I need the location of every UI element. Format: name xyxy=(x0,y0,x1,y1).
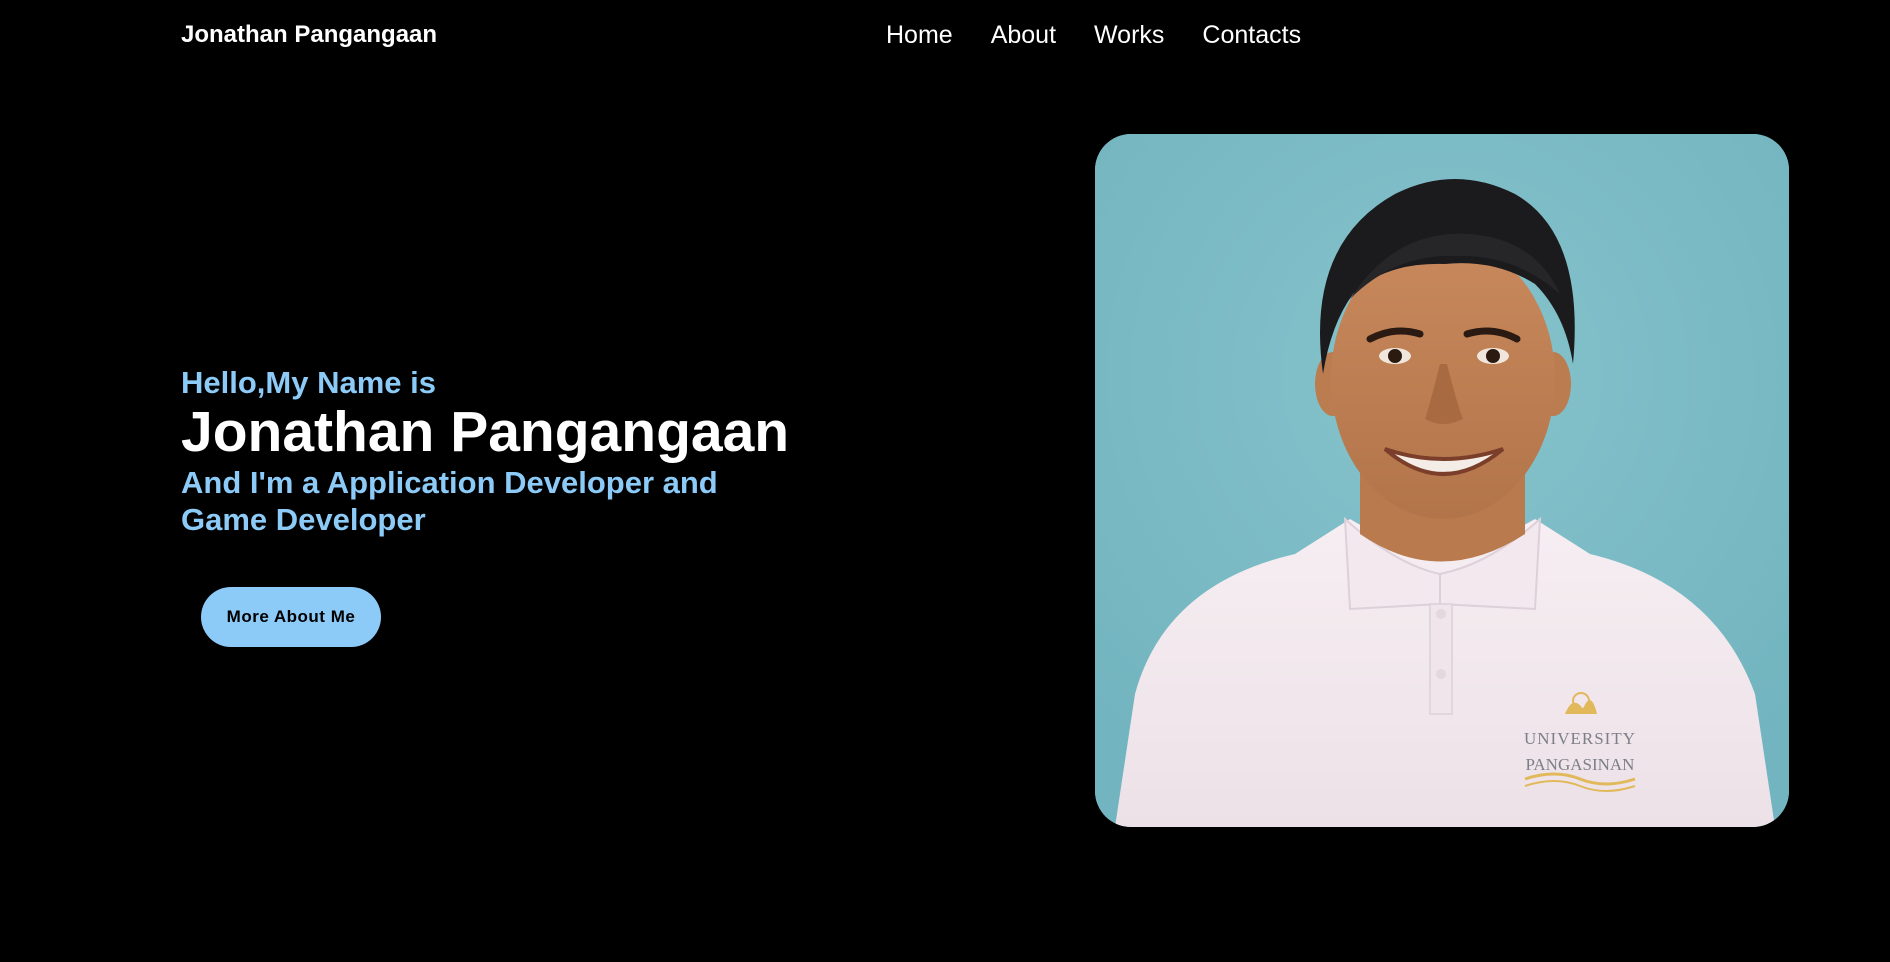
hero-name: Jonathan Pangangaan xyxy=(181,400,790,464)
hero-greeting: Hello,My Name is xyxy=(181,365,436,400)
nav-link-contacts[interactable]: Contacts xyxy=(1202,21,1301,49)
profile-photo-illustration: UNIVERSITY PANGASINAN xyxy=(1095,134,1789,827)
page: Jonathan Pangangaan Home About Works Con… xyxy=(0,0,1890,962)
hero-text: Hello,My Name is Jonathan Pangangaan And… xyxy=(181,364,861,538)
nav-link-works[interactable]: Works xyxy=(1094,21,1164,49)
nav-link-about[interactable]: About xyxy=(991,21,1056,49)
brand-name[interactable]: Jonathan Pangangaan xyxy=(181,20,437,50)
nav-item-works: Works xyxy=(1094,19,1164,51)
top-nav: Jonathan Pangangaan Home About Works Con… xyxy=(0,0,1890,70)
nav-item-home: Home xyxy=(886,19,953,51)
profile-photo: UNIVERSITY PANGASINAN xyxy=(1095,134,1789,827)
nav-item-about: About xyxy=(991,19,1056,51)
shirt-logo-line2: PANGASINAN xyxy=(1526,755,1635,774)
more-about-me-button[interactable]: More About Me xyxy=(201,587,381,647)
nav-item-contacts: Contacts xyxy=(1202,19,1301,51)
nav-menu: Home About Works Contacts xyxy=(886,19,1301,51)
shirt-logo-line1: UNIVERSITY xyxy=(1524,729,1636,748)
hero-tagline: And I'm a Application Developer and Game… xyxy=(181,465,718,537)
nav-link-home[interactable]: Home xyxy=(886,21,953,49)
